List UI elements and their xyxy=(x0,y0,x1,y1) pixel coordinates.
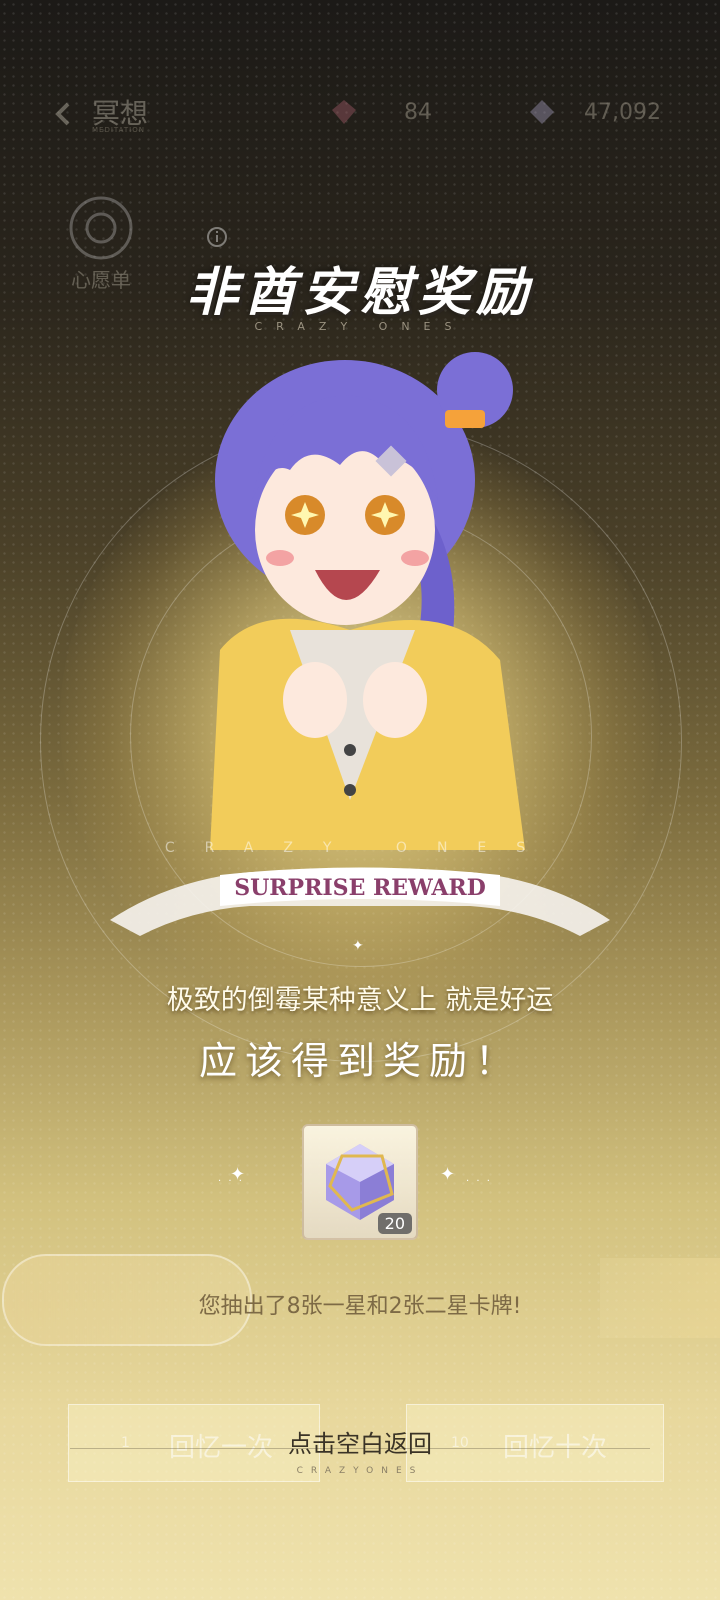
surprise-reward-banner: SURPRISE REWARD xyxy=(234,875,486,901)
crystal-icon xyxy=(530,100,554,124)
return-subtext: CRAZYONES xyxy=(296,1466,424,1476)
heart-gem-icon xyxy=(332,100,356,124)
tap-to-return[interactable]: 点击空白返回 xyxy=(0,1424,720,1459)
reward-item[interactable]: 20 xyxy=(302,1124,418,1240)
draw-result-text: 您抽出了8张一星和2张二星卡牌! xyxy=(198,1294,522,1319)
gem-count: 84 xyxy=(404,100,432,125)
crystal-count: 47,092 xyxy=(584,100,661,125)
back-icon[interactable] xyxy=(50,100,78,128)
info-icon[interactable] xyxy=(206,226,228,248)
consolation-line2: 应该得到奖励！ xyxy=(198,1039,521,1083)
reward-quantity: 20 xyxy=(377,1213,412,1234)
sparkle-icon: ✦ xyxy=(230,1164,246,1185)
sparkle-icon: ✦ xyxy=(352,938,364,954)
page-subtitle: MEDITATION xyxy=(92,126,145,134)
popup-title: 非酋安慰奖励 xyxy=(185,263,534,323)
sparkle-icon: ✦ xyxy=(440,1164,456,1185)
character-illustration xyxy=(210,352,525,850)
decorative-dots: · · · xyxy=(466,1176,492,1187)
consolation-line1: 极致的倒霉某种意义上 就是好运 xyxy=(166,985,554,1016)
top-bar: 冥想 MEDITATION 84 47,092 xyxy=(0,80,720,150)
